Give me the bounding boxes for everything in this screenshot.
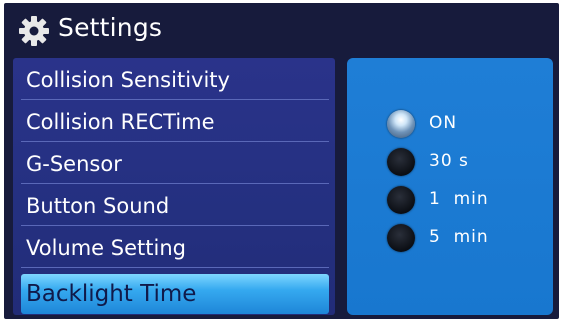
menu-item-backlight-time[interactable]: Backlight Time — [21, 274, 329, 314]
settings-screen: Settings Collision Sensitivity Collision… — [4, 3, 559, 319]
option-label: 1 min — [429, 189, 489, 209]
option-5min[interactable]: 5 min — [387, 224, 547, 254]
page-title: Settings — [58, 13, 163, 42]
radio-unselected-icon[interactable] — [387, 148, 415, 176]
radio-unselected-icon[interactable] — [387, 224, 415, 252]
menu-item-g-sensor[interactable]: G-Sensor — [21, 144, 329, 184]
gear-icon — [19, 16, 49, 46]
radio-unselected-icon[interactable] — [387, 186, 415, 214]
menu-item-volume-setting[interactable]: Volume Setting — [21, 228, 329, 268]
menu-item-collision-sensitivity[interactable]: Collision Sensitivity — [21, 60, 329, 100]
radio-selected-icon[interactable] — [387, 110, 415, 138]
menu-item-collision-rectime[interactable]: Collision RECTime — [21, 102, 329, 142]
option-1min[interactable]: 1 min — [387, 186, 547, 216]
option-label: ON — [429, 113, 458, 133]
title-bar: Settings — [4, 3, 559, 55]
option-label: 5 min — [429, 227, 489, 247]
settings-menu: Collision Sensitivity Collision RECTime … — [13, 58, 335, 315]
menu-item-button-sound[interactable]: Button Sound — [21, 186, 329, 226]
backlight-options-panel: ON 30 s 1 min 5 min — [347, 58, 553, 315]
option-label: 30 s — [429, 151, 469, 171]
option-30s[interactable]: 30 s — [387, 148, 547, 178]
option-on[interactable]: ON — [387, 110, 547, 140]
